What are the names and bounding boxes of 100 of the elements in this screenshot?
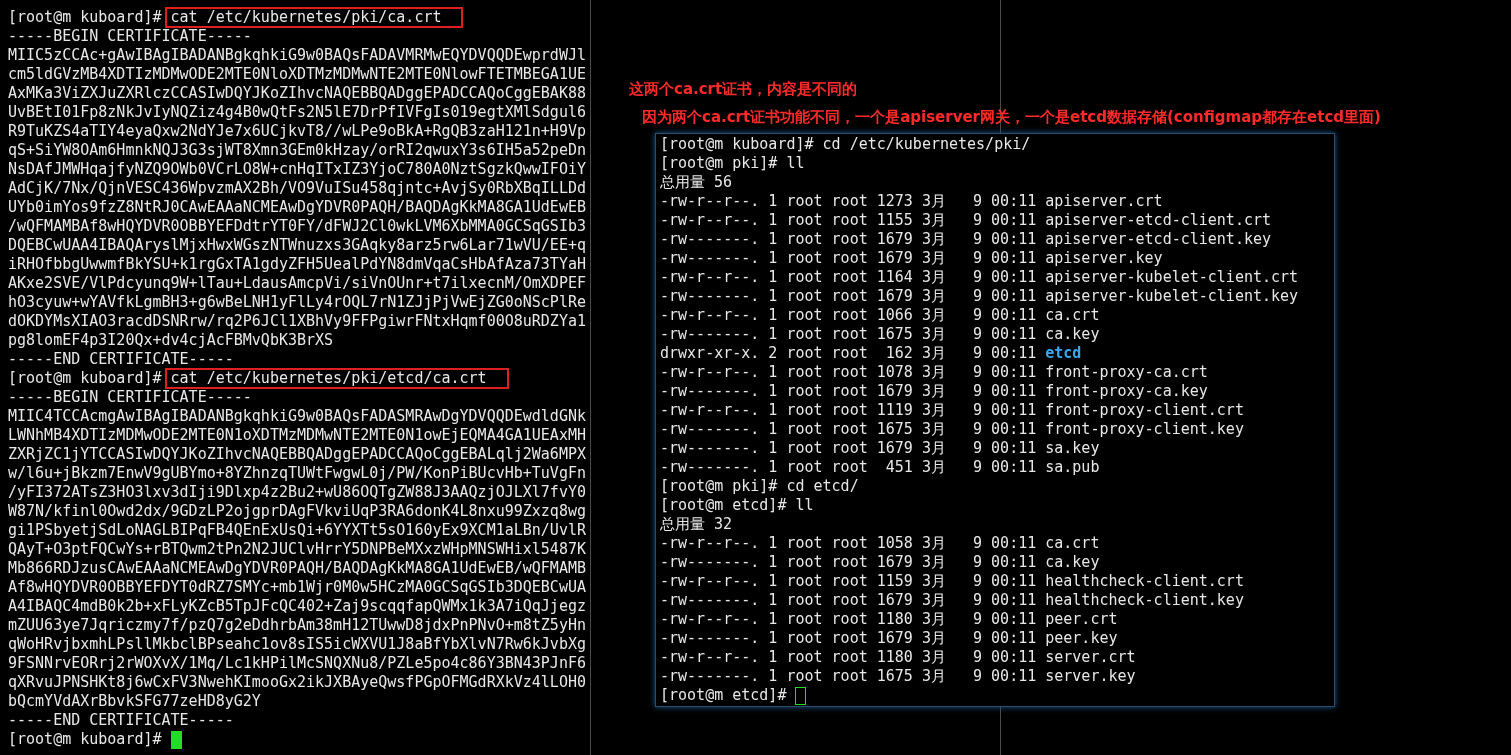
file-name: apiserver.crt bbox=[1045, 192, 1163, 211]
file-name: sa.pub bbox=[1045, 458, 1100, 477]
terminal-line: mZUU63ye7Jqriczmy7f/pzQ7g2eDdhrbAm38mH12TUwwD8jdxPnPNvO+m8tZ5yHn bbox=[8, 616, 587, 635]
terminal-line: 总用量 56 bbox=[660, 173, 734, 192]
file-details: drwxr-xr-x. 2 root root 162 3月 9 00:11 bbox=[660, 344, 1037, 363]
terminal-line: /yFI372ATsZ3HO3lxv3dIji9Dlxp4z2Bu2+wU86OQTgZW88J3AAQzjOJLXl7fvY0 bbox=[8, 483, 587, 502]
file-details: -rw-r--r--. 1 root root 1180 3月 9 00:11 bbox=[660, 610, 1037, 629]
file-name: peer.crt bbox=[1045, 610, 1118, 629]
file-details: -rw-------. 1 root root 1679 3月 9 00:11 bbox=[660, 591, 1037, 610]
terminal-line: 总用量 32 bbox=[660, 515, 734, 534]
file-name: ca.key bbox=[1045, 553, 1100, 572]
file-details: -rw-------. 1 root root 1675 3月 9 00:11 bbox=[660, 420, 1037, 439]
terminal-line: iRHOfbbgUwwmfBkYSU+k1rgGxTA1gdyZFH5UealPdYN8dmVqaCsHbAfAza73TYaH bbox=[8, 255, 587, 274]
file-name: front-proxy-client.crt bbox=[1045, 401, 1244, 420]
file-details: -rw-------. 1 root root 1679 3月 9 00:11 bbox=[660, 553, 1037, 572]
file-details: -rw-------. 1 root root 1679 3月 9 00:11 bbox=[660, 230, 1037, 249]
shell-prompt: [root@m kuboard]# bbox=[8, 369, 162, 388]
terminal-line: -----END CERTIFICATE----- bbox=[8, 350, 235, 369]
file-details: -rw-r--r--. 1 root root 1155 3月 9 00:11 bbox=[660, 211, 1037, 230]
terminal-line: qS+SiYW8OAm6HmnkNQJ3G3sjWT8Xmn3GEm0kHzay/orRI2qwuxY3s6IH5a52peDn bbox=[8, 141, 587, 160]
terminal-line: QAyT+O3ptFQCwYs+rBTQwm2tPn2N2JUClvHrrY5DNPBeMXxzWHpMNSWHixl5487K bbox=[8, 540, 587, 559]
file-name: front-proxy-client.key bbox=[1045, 420, 1244, 439]
terminal-line: Af8wHQYDVR0OBBYEFDYT0dRZ7SMYc+mb1Wjr0M0w5HCzMA0GCSqGSIb3DQEBCwUA bbox=[8, 578, 587, 597]
file-name: server.crt bbox=[1045, 648, 1136, 667]
terminal-line: LWNhMB4XDTIzMDMwODE2MTE0N1oXDTMzMDMwNTE2MTE0N1owEjEQMA4GA1UEAxMH bbox=[8, 426, 587, 445]
file-name: apiserver-etcd-client.key bbox=[1045, 230, 1272, 249]
file-details: -rw-------. 1 root root 1679 3月 9 00:11 bbox=[660, 249, 1037, 268]
terminal-line: UvBEtI01Fp8zNkJvIyNQZiz4g4B0wQtFs2N5lE7DrPfIVFgIs019egtXMlSdgul6 bbox=[8, 103, 587, 122]
file-details: -rw-r--r--. 1 root root 1159 3月 9 00:11 bbox=[660, 572, 1037, 591]
command-text: cat /etc/kubernetes/pki/ca.crt bbox=[164, 7, 464, 28]
command-text: ll bbox=[794, 495, 815, 516]
file-name: server.key bbox=[1045, 667, 1136, 686]
file-name: ca.key bbox=[1045, 325, 1100, 344]
annotation-text: 因为两个ca.crt证书功能不同，一个是apiserver网关，一个是etcd数据存储(configmap都存在etcd里面) bbox=[642, 107, 1382, 127]
file-details: -rw-r--r--. 1 root root 1119 3月 9 00:11 bbox=[660, 401, 1037, 420]
terminal-line: cm5ldGVzMB4XDTIzMDMwODE2MTE0NloXDTMzMDMwNTE2MTE0NlowFTETMBEGA1UE bbox=[8, 65, 587, 84]
terminal-line: qWoHRvjbxmhLPsllMkbclBPseahc1ov8sIS5icWXVU1J8aBfYbXlvN7Rw6kJvbXg bbox=[8, 635, 587, 654]
terminal-line: A4IBAQC4mdB0k2b+xFLyKZcB5TpJFcQC402+Zaj9scqqfapQWMx1k3A7iQqJjegz bbox=[8, 597, 587, 616]
file-details: -rw-------. 1 root root 1679 3月 9 00:11 bbox=[660, 439, 1037, 458]
file-details: -rw-------. 1 root root 1675 3月 9 00:11 bbox=[660, 667, 1037, 686]
file-details: -rw-r--r--. 1 root root 1066 3月 9 00:11 bbox=[660, 306, 1037, 325]
file-details: -rw-------. 1 root root 1675 3月 9 00:11 bbox=[660, 325, 1037, 344]
terminal-line: W87N/kfinl0Owd2dx/9GDzLP2ojgprDAgFVkviUqP3RA6donK4L8nxu99Zxzq8wg bbox=[8, 502, 587, 521]
terminal-line: -----BEGIN CERTIFICATE----- bbox=[8, 27, 253, 46]
shell-prompt: [root@m etcd]# bbox=[660, 496, 787, 515]
terminal-line: AKxe2SVE/VlPdcyunq9W+lTau+LdausAmcpVi/siVnOUnr+t7ilxecnM/OmXDPEF bbox=[8, 274, 587, 293]
file-details: -rw-r--r--. 1 root root 1164 3月 9 00:11 bbox=[660, 268, 1037, 287]
file-name: ca.crt bbox=[1045, 306, 1100, 325]
terminal-line: AdCjK/7Nx/QjnVESC436WpvzmAX2Bh/VO9VuISu458qjntc+AvjSy0RbXBqILLDd bbox=[8, 179, 587, 198]
terminal-line: AxMKa3ViZXJuZXRlczCCASIwDQYJKoZIhvcNAQEBBQADggEPADCCAQoCggEBAK88 bbox=[8, 84, 587, 103]
terminal-line: NsDAfJMWHqajfyNZQ9OWb0VCrLO8W+cnHqITxIZ3YjoC780A0NztSgzkQwwIFOiY bbox=[8, 160, 587, 179]
file-name: apiserver-etcd-client.crt bbox=[1045, 211, 1272, 230]
shell-prompt: [root@m pki]# bbox=[660, 477, 778, 496]
terminal-line: qXRvuJPNSHKt8j6wCxFV3NwehKImooGx2ikJXBAyeQwsfPGpOFMGdRXkVz4lLOH0 bbox=[8, 673, 587, 692]
file-details: -rw-------. 1 root root 1679 3月 9 00:11 bbox=[660, 629, 1037, 648]
shell-prompt: [root@m kuboard]# bbox=[660, 135, 814, 154]
file-name: front-proxy-ca.key bbox=[1045, 382, 1208, 401]
shell-prompt: [root@m pki]# bbox=[660, 154, 778, 173]
terminal-line: /wQFMAMBAf8wHQYDVR0OBBYEFDdtrYT0FY/dFWJ2Cl0wkLVM6XbMMA0GCSqGSIb3 bbox=[8, 217, 587, 236]
terminal-line: dOKDYMsXIAO3racdDSNRrw/rq2P6JCl1XBhVy9FFPgiwrFNtxHqmf00O8uRDZYa1 bbox=[8, 312, 587, 331]
terminal-line: -----END CERTIFICATE----- bbox=[8, 711, 235, 730]
file-name: healthcheck-client.key bbox=[1045, 591, 1244, 610]
file-name: peer.key bbox=[1045, 629, 1118, 648]
file-name: apiserver-kubelet-client.key bbox=[1045, 287, 1299, 306]
terminal-line: DQEBCwUAA4IBAQAryslMjxHwxWGszNTWnuzxs3GAqky8arz5rw6Lar71wVU/EE+q bbox=[8, 236, 587, 255]
file-details: -rw-------. 1 root root 1679 3月 9 00:11 bbox=[660, 287, 1037, 306]
terminal-line: ZXRjZC1jYTCCASIwDQYJKoZIhvcNAQEBBQADggEPADCCAQoCggEBALqlj2Wa6MPX bbox=[8, 445, 587, 464]
command-text: cat /etc/kubernetes/pki/etcd/ca.crt bbox=[164, 368, 509, 389]
file-details: -rw-r--r--. 1 root root 1273 3月 9 00:11 bbox=[660, 192, 1037, 211]
file-name: etcd bbox=[1045, 344, 1082, 363]
terminal-line: hO3cyuw+wYAVfkLgmBH3+g6wBeLNH1yFlLy4rOQL7rN1ZJjPjVwEjZG0oNScPlRe bbox=[8, 293, 587, 312]
file-details: -rw-------. 1 root root 1679 3月 9 00:11 bbox=[660, 382, 1037, 401]
file-details: -rw-r--r--. 1 root root 1180 3月 9 00:11 bbox=[660, 648, 1037, 667]
file-name: sa.key bbox=[1045, 439, 1100, 458]
terminal-line: bQcmYVdAXrBbvkSFG77zeHD8yG2Y bbox=[8, 692, 262, 711]
file-name: apiserver-kubelet-client.crt bbox=[1045, 268, 1299, 287]
file-details: -rw-r--r--. 1 root root 1078 3月 9 00:11 bbox=[660, 363, 1037, 382]
terminal-line: pg8lomEF4p3I20Qx+dv4cjAcFBMvQbK3BrXS bbox=[8, 331, 335, 350]
file-name: ca.crt bbox=[1045, 534, 1100, 553]
file-name: front-proxy-ca.crt bbox=[1045, 363, 1208, 382]
shell-prompt: [root@m kuboard]# bbox=[8, 730, 162, 749]
terminal-line: UYb0imYos9fzZ8NtRJ0CAwEAAaNCMEAwDgYDVR0PAQH/BAQDAgKkMA8GA1UdEwEB bbox=[8, 198, 587, 217]
terminal-line: -----BEGIN CERTIFICATE----- bbox=[8, 388, 253, 407]
terminal-line: Mb866RDJzusCAwEAAaNCMEAwDgYDVR0PAQH/BAQDAgKkMA8GA1UdEwEB/wQFMAMB bbox=[8, 559, 587, 578]
shell-prompt: [root@m kuboard]# bbox=[8, 8, 162, 27]
file-details: -rw-------. 1 root root 451 3月 9 00:11 bbox=[660, 458, 1037, 477]
file-name: apiserver.key bbox=[1045, 249, 1163, 268]
file-name: healthcheck-client.crt bbox=[1045, 572, 1244, 591]
terminal-line: MIIC4TCCAcmgAwIBAgIBADANBgkqhkiG9w0BAQsFADASMRAwDgYDVQQDEwdldGNk bbox=[8, 407, 587, 426]
command-text: cd /etc/kubernetes/pki/ bbox=[821, 134, 1032, 155]
command-text: cd etcd/ bbox=[785, 476, 860, 497]
terminal-line: R9TuKZS4aTIY4eyaQxw2NdYJe7x6UCjkvT8//wLPe9oBkA+RgQB3zaH121n+H9Vp bbox=[8, 122, 587, 141]
annotation-text: 这两个ca.crt证书，内容是不同的 bbox=[629, 79, 859, 99]
terminal-line: MIIC5zCCAc+gAwIBAgIBADANBgkqhkiG9w0BAQsFADAVMRMwEQYDVQQDEwprdWJl bbox=[8, 46, 587, 65]
file-details: -rw-r--r--. 1 root root 1058 3月 9 00:11 bbox=[660, 534, 1037, 553]
shell-prompt: [root@m etcd]# bbox=[660, 686, 787, 705]
terminal-line: 9FSNNrvEORrj2rWOXvX/1Mq/Lc1kHPilMcSNQXNu8/PZLe5po4c86Y3BN43PJnF6 bbox=[8, 654, 587, 673]
terminal-line: w/l6u+jBkzm7EnwV9gUBYmo+8YZhnzqTUWtFwgwL0j/PW/KonPiBUcvHb+TuVgFn bbox=[8, 464, 587, 483]
terminal-line: gi1PSbyetjSdLoNAGLBIPqFB4QEnExUsQi+6YYXTt5sO160yEx9XCM1aLBn/UvlR bbox=[8, 521, 587, 540]
command-text: ll bbox=[785, 153, 806, 174]
